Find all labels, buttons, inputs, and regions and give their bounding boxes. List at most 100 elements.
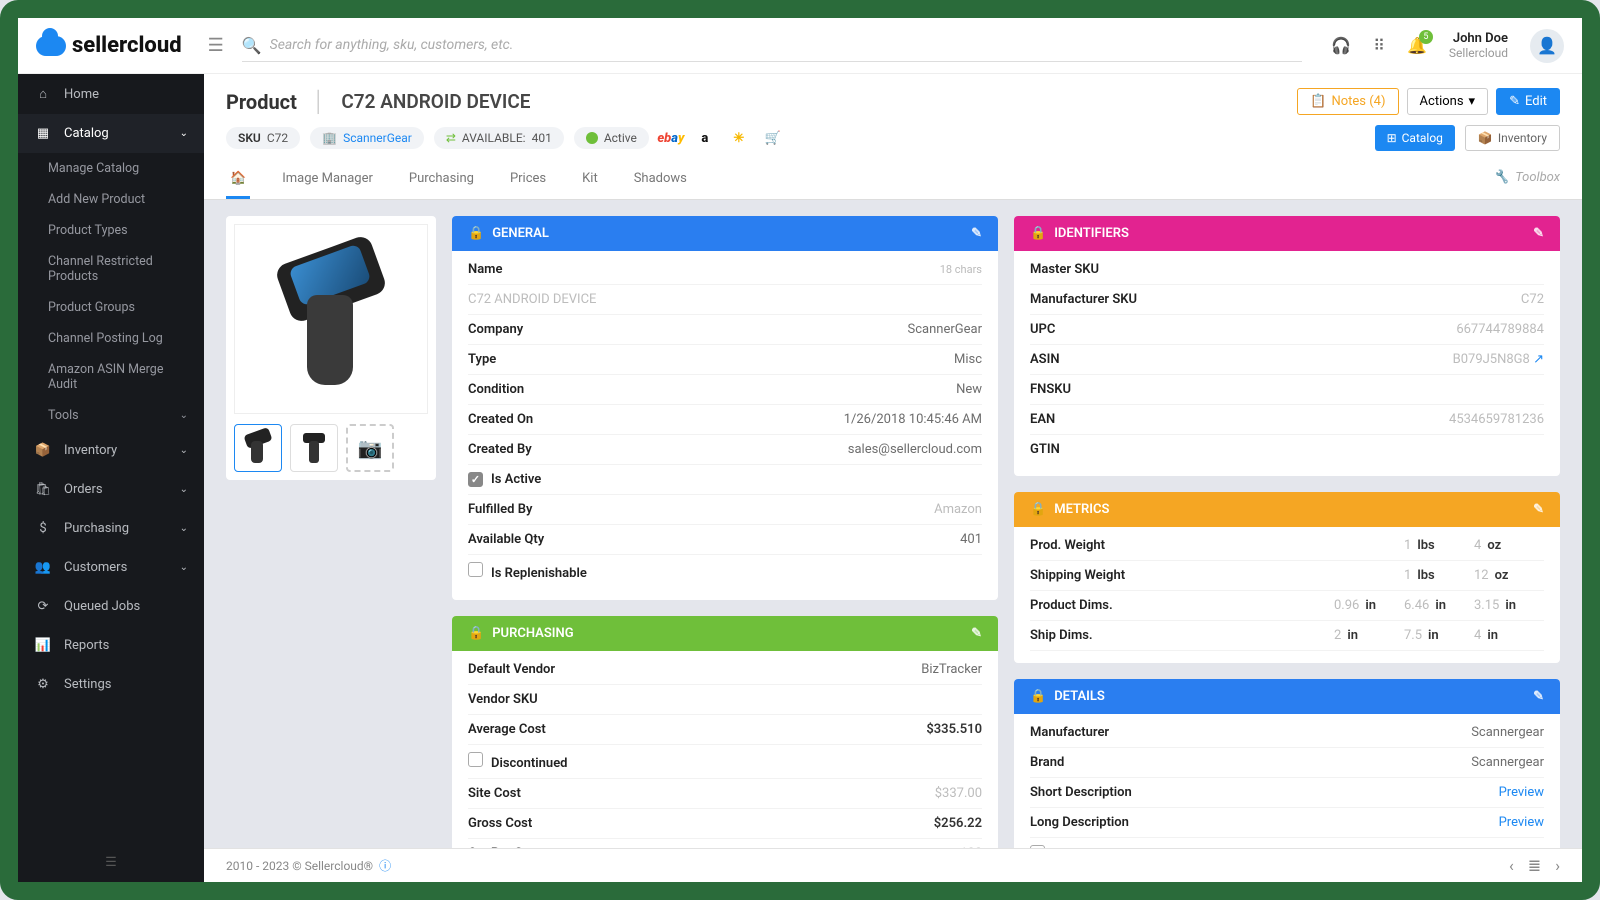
customers-icon: 👥 xyxy=(34,560,52,575)
sidebar-item-purchasing[interactable]: $Purchasing⌄ xyxy=(18,509,204,548)
catalog-icon: ▦ xyxy=(34,126,52,141)
product-image-card: 📷 xyxy=(226,216,436,480)
checkbox-discontinued[interactable] xyxy=(468,752,483,767)
lock-icon: 🔒 xyxy=(1030,226,1046,241)
sidebar-sub-asin-merge[interactable]: Amazon ASIN Merge Audit xyxy=(18,354,204,400)
sidebar-item-customers[interactable]: 👥Customers⌄ xyxy=(18,548,204,587)
channel-google-icon[interactable]: 🛒 xyxy=(761,126,785,150)
tab-prices[interactable]: Prices xyxy=(506,161,550,199)
field-product-name: C72 ANDROID DEVICE xyxy=(468,292,596,307)
chevron-down-icon: ⌄ xyxy=(180,410,188,421)
home-icon: ⌂ xyxy=(34,86,52,102)
search-input[interactable] xyxy=(270,37,1302,53)
sidebar-collapse[interactable]: ☰ xyxy=(18,843,204,882)
card-general: 🔒GENERAL✎ Name18 chars C72 ANDROID DEVIC… xyxy=(452,216,998,600)
card-identifiers: 🔒IDENTIFIERS✎ Master SKU Manufacturer SK… xyxy=(1014,216,1560,476)
sidebar-sub-product-groups[interactable]: Product Groups xyxy=(18,292,204,323)
channel-ebay-icon[interactable]: ebay xyxy=(659,126,683,150)
catalog-pill[interactable]: ⊞ Catalog xyxy=(1375,125,1455,151)
notifications-icon[interactable]: 🔔5 xyxy=(1407,36,1427,55)
notif-badge: 5 xyxy=(1419,30,1433,44)
footer-copyright: 2010 - 2023 © Sellercloud® xyxy=(226,859,373,873)
edit-icon[interactable]: ✎ xyxy=(1533,226,1544,241)
prev-icon[interactable]: ‹ xyxy=(1509,856,1514,875)
apps-icon[interactable]: ⠿ xyxy=(1373,36,1385,55)
page-title: Product xyxy=(226,90,297,114)
edit-button[interactable]: ✎ Edit xyxy=(1496,88,1560,115)
sidebar-item-reports[interactable]: 📊Reports xyxy=(18,626,204,665)
purchasing-icon: $ xyxy=(34,521,52,536)
product-main-image[interactable] xyxy=(234,224,428,414)
global-search[interactable]: 🔍 xyxy=(242,30,1302,62)
thumb-1[interactable] xyxy=(234,424,282,472)
lock-icon: 🔒 xyxy=(468,226,484,241)
product-name: C72 ANDROID DEVICE xyxy=(341,90,530,113)
settings-icon: ⚙ xyxy=(34,677,52,692)
brand-logo[interactable]: sellercloud xyxy=(36,33,182,58)
toolbox-button[interactable]: 🔧 Toolbox xyxy=(1493,170,1560,185)
long-desc-preview[interactable]: Preview xyxy=(1499,815,1544,830)
sidebar-sub-channel-posting-log[interactable]: Channel Posting Log xyxy=(18,323,204,354)
tab-purchasing[interactable]: Purchasing xyxy=(405,161,478,199)
edit-icon[interactable]: ✎ xyxy=(1533,689,1544,704)
chip-sku: SKU C72 xyxy=(226,127,300,149)
lock-icon: 🔒 xyxy=(468,626,484,641)
sidebar-sub-manage-catalog[interactable]: Manage Catalog xyxy=(18,153,204,184)
user-block[interactable]: John Doe Sellercloud xyxy=(1449,31,1508,60)
checkbox-replenishable[interactable] xyxy=(468,562,483,577)
chevron-down-icon: ⌄ xyxy=(180,523,188,534)
support-icon[interactable]: 🎧 xyxy=(1331,36,1351,55)
avatar[interactable]: 👤 xyxy=(1530,29,1564,63)
lock-icon: 🔒 xyxy=(1030,689,1046,704)
sidebar-item-home[interactable]: ⌂Home xyxy=(18,74,204,114)
sidebar-item-orders[interactable]: 🛍Orders⌄ xyxy=(18,470,204,509)
sidebar-item-settings[interactable]: ⚙Settings xyxy=(18,665,204,704)
chip-active: Active xyxy=(574,127,649,149)
inventory-pill[interactable]: 📦 Inventory xyxy=(1465,125,1560,151)
user-company: Sellercloud xyxy=(1449,46,1508,60)
external-link-icon[interactable]: ↗ xyxy=(1533,352,1544,367)
sidebar-sub-product-types[interactable]: Product Types xyxy=(18,215,204,246)
search-icon: 🔍 xyxy=(242,36,262,55)
list-icon[interactable]: ≣ xyxy=(1528,856,1541,875)
checkbox-is-active[interactable]: ✓ xyxy=(468,472,483,487)
chevron-down-icon: ⌄ xyxy=(180,128,188,139)
chevron-down-icon: ⌄ xyxy=(180,445,188,456)
sidebar-item-queued-jobs[interactable]: ⟳Queued Jobs xyxy=(18,587,204,626)
tab-home[interactable]: 🏠 xyxy=(226,161,250,199)
notes-button[interactable]: 📋 Notes (4) xyxy=(1297,88,1398,115)
lock-icon: 🔒 xyxy=(1030,502,1046,517)
chip-company[interactable]: 🏢 ScannerGear xyxy=(310,127,424,149)
tab-shadows[interactable]: Shadows xyxy=(630,161,691,199)
sidebar-sub-tools[interactable]: Tools⌄ xyxy=(18,400,204,431)
inventory-icon: 📦 xyxy=(34,443,52,458)
channel-amazon-icon[interactable]: a xyxy=(693,126,717,150)
sidebar-item-inventory[interactable]: 📦Inventory⌄ xyxy=(18,431,204,470)
sidebar-item-catalog[interactable]: ▦Catalog⌄ xyxy=(18,114,204,153)
thumb-2[interactable] xyxy=(290,424,338,472)
channel-walmart-icon[interactable]: ✳ xyxy=(727,126,751,150)
edit-icon[interactable]: ✎ xyxy=(1533,502,1544,517)
thumb-add[interactable]: 📷 xyxy=(346,424,394,472)
chip-available: ⇄ AVAILABLE: 401 xyxy=(434,127,564,149)
info-icon[interactable]: ⓘ xyxy=(379,857,391,874)
orders-icon: 🛍 xyxy=(34,482,52,497)
sidebar-sub-channel-restricted[interactable]: Channel Restricted Products xyxy=(18,246,204,292)
user-name: John Doe xyxy=(1449,31,1508,46)
short-desc-preview[interactable]: Preview xyxy=(1499,785,1544,800)
next-icon[interactable]: › xyxy=(1555,856,1560,875)
reports-icon: 📊 xyxy=(34,638,52,653)
tab-kit[interactable]: Kit xyxy=(578,161,602,199)
card-details: 🔒DETAILS✎ ManufacturerScannergear BrandS… xyxy=(1014,679,1560,848)
card-purchasing: 🔒PURCHASING✎ Default VendorBizTracker Ve… xyxy=(452,616,998,848)
queued-icon: ⟳ xyxy=(34,599,52,614)
hamburger-icon[interactable]: ☰ xyxy=(208,35,224,56)
edit-icon[interactable]: ✎ xyxy=(971,626,982,641)
cloud-icon xyxy=(36,36,66,56)
sidebar-sub-add-new-product[interactable]: Add New Product xyxy=(18,184,204,215)
tab-image-manager[interactable]: Image Manager xyxy=(278,161,377,199)
actions-button[interactable]: Actions ▾ xyxy=(1407,88,1489,115)
brand-text: sellercloud xyxy=(72,33,182,58)
card-metrics: 🔒METRICS✎ Prod. Weight1lbs4oz Shipping W… xyxy=(1014,492,1560,663)
edit-icon[interactable]: ✎ xyxy=(971,226,982,241)
